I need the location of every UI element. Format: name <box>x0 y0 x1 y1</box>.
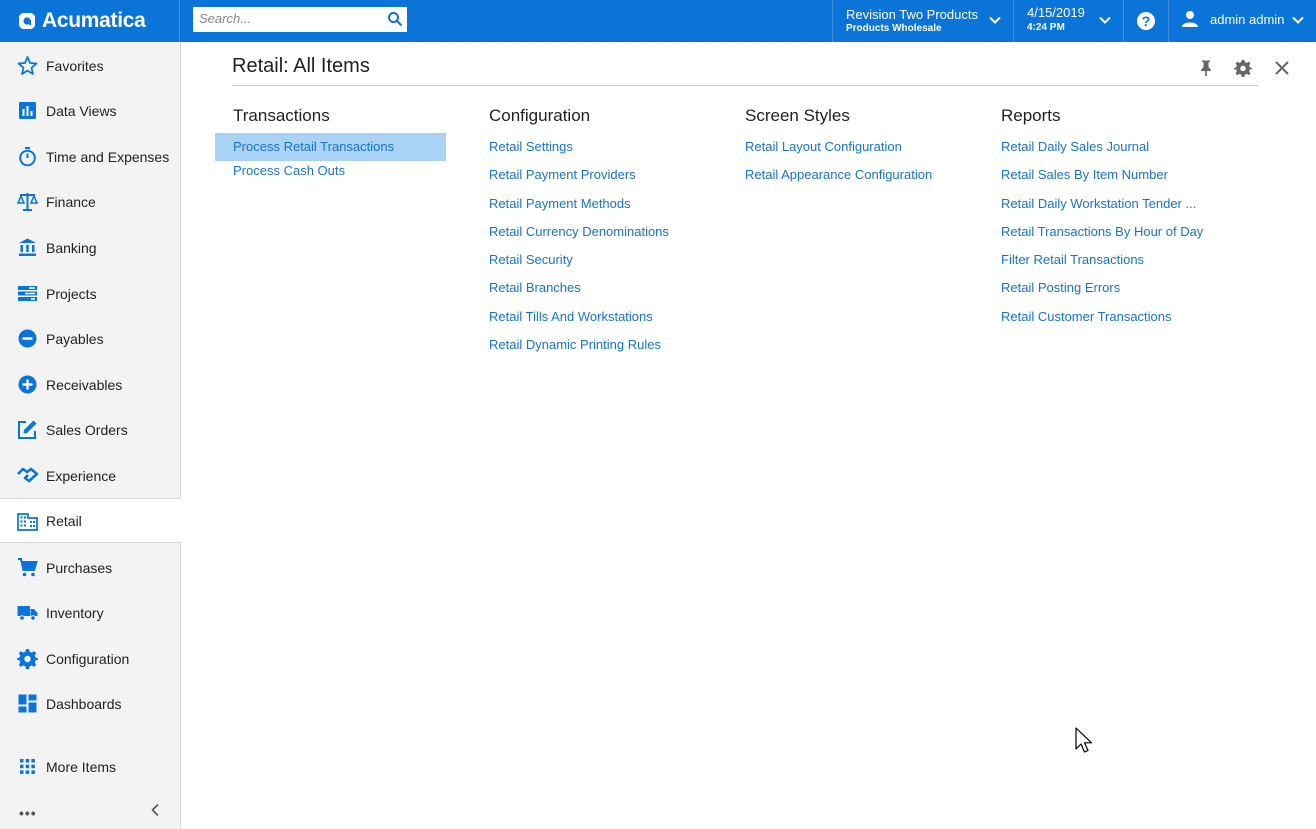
bar-chart-icon <box>19 102 36 119</box>
grid-icon <box>20 759 35 774</box>
top-bar: Acumatica Revision Two Products Products… <box>0 0 1316 42</box>
link-retail-settings[interactable]: Retail Settings <box>489 137 669 165</box>
company-name: Revision Two Products <box>846 7 978 22</box>
search-icon[interactable] <box>387 11 403 27</box>
more-options-button[interactable]: ••• <box>19 805 37 821</box>
link-retail-currency-denominations[interactable]: Retail Currency Denominations <box>489 222 669 250</box>
search-input[interactable] <box>193 7 385 30</box>
sidebar-footer: ••• <box>0 797 180 827</box>
minus-circle-icon <box>18 329 37 348</box>
sidebar-item-finance[interactable]: Finance <box>0 179 180 224</box>
collapse-sidebar-icon[interactable] <box>150 803 160 817</box>
sidebar-item-time-and-expenses[interactable]: Time and Expenses <box>0 134 180 179</box>
brand-name: Acumatica <box>42 9 146 32</box>
link-retail-tills-and-workstations[interactable]: Retail Tills And Workstations <box>489 307 669 335</box>
pin-icon[interactable] <box>1197 59 1215 77</box>
column-screen-styles: Screen Styles Retail Layout Configuratio… <box>745 106 932 194</box>
title-divider <box>232 85 1258 86</box>
column-reports: Reports Retail Daily Sales Journal Retai… <box>1001 106 1203 335</box>
building-icon <box>17 513 38 531</box>
link-retail-customer-transactions[interactable]: Retail Customer Transactions <box>1001 307 1203 335</box>
gear-icon <box>17 649 38 669</box>
star-icon <box>17 56 38 75</box>
user-icon <box>1182 11 1198 27</box>
sidebar-item-favorites[interactable]: Favorites <box>0 43 180 88</box>
sidebar-item-purchases[interactable]: Purchases <box>0 545 180 590</box>
link-retail-security[interactable]: Retail Security <box>489 250 669 278</box>
scales-icon <box>17 193 38 211</box>
link-retail-posting-errors[interactable]: Retail Posting Errors <box>1001 278 1203 306</box>
column-heading: Reports <box>1001 106 1061 125</box>
chevron-down-icon <box>989 16 1001 24</box>
link-retail-daily-sales-journal[interactable]: Retail Daily Sales Journal <box>1001 137 1203 165</box>
sidebar-item-inventory[interactable]: Inventory <box>0 590 180 635</box>
link-retail-payment-methods[interactable]: Retail Payment Methods <box>489 194 669 222</box>
sidebar-item-sales-orders[interactable]: Sales Orders <box>0 407 180 452</box>
sidebar-item-projects[interactable]: Projects <box>0 271 180 316</box>
column-transactions: Transactions Process Retail Transactions… <box>215 106 446 190</box>
sidebar-item-configuration[interactable]: Configuration <box>0 636 180 681</box>
link-retail-transactions-by-hour-of-day[interactable]: Retail Transactions By Hour of Day <box>1001 222 1203 250</box>
user-name: admin admin <box>1210 12 1285 27</box>
sidebar-item-more-items[interactable]: More Items <box>0 744 180 789</box>
column-heading: Screen Styles <box>745 106 850 125</box>
settings-gear-icon[interactable] <box>1234 59 1252 77</box>
truck-icon <box>17 606 38 621</box>
dashboard-icon <box>18 694 37 713</box>
search-box[interactable] <box>193 7 407 32</box>
sidebar-item-data-views[interactable]: Data Views <box>0 88 180 133</box>
company-selector[interactable]: Revision Two Products Products Wholesale <box>832 0 1013 42</box>
link-retail-payment-providers[interactable]: Retail Payment Providers <box>489 165 669 193</box>
close-icon[interactable] <box>1273 59 1291 77</box>
sidebar-item-retail[interactable]: Retail <box>0 498 181 543</box>
link-retail-appearance-configuration[interactable]: Retail Appearance Configuration <box>745 165 932 193</box>
link-retail-branches[interactable]: Retail Branches <box>489 278 669 306</box>
sidebar-item-receivables[interactable]: Receivables <box>0 362 180 407</box>
projects-icon <box>18 286 37 301</box>
edit-icon <box>18 420 37 439</box>
plus-circle-icon <box>18 375 37 394</box>
help-icon: ? <box>1137 12 1155 30</box>
link-process-retail-transactions[interactable]: Process Retail Transactions <box>215 133 446 161</box>
sidebar-item-dashboards[interactable]: Dashboards <box>0 681 180 726</box>
bank-icon <box>19 238 36 256</box>
chevron-down-icon <box>1099 16 1111 24</box>
link-filter-retail-transactions[interactable]: Filter Retail Transactions <box>1001 250 1203 278</box>
mouse-cursor-icon <box>1075 727 1093 753</box>
logo[interactable]: Acumatica <box>0 0 180 42</box>
chevron-down-icon <box>1292 16 1304 24</box>
branch-name: Products Wholesale <box>846 23 942 34</box>
link-retail-daily-workstation-tender[interactable]: Retail Daily Workstation Tender ... <box>1001 194 1203 222</box>
link-retail-dynamic-printing-rules[interactable]: Retail Dynamic Printing Rules <box>489 335 669 363</box>
sidebar-item-banking[interactable]: Banking <box>0 225 180 270</box>
link-retail-layout-configuration[interactable]: Retail Layout Configuration <box>745 137 932 165</box>
sidebar-item-payables[interactable]: Payables <box>0 316 180 361</box>
user-menu[interactable]: admin admin <box>1168 0 1316 42</box>
help-button[interactable]: ? <box>1123 0 1168 42</box>
stopwatch-icon <box>19 147 36 167</box>
cart-icon <box>18 558 38 577</box>
link-retail-sales-by-item-number[interactable]: Retail Sales By Item Number <box>1001 165 1203 193</box>
sidebar-item-experience[interactable]: Experience <box>0 453 180 498</box>
column-heading: Transactions <box>233 106 330 125</box>
page-title: Retail: All Items <box>232 55 370 77</box>
acumatica-logo-icon <box>19 13 35 29</box>
sidebar: Favorites Data Views Time and Expenses F… <box>0 42 181 829</box>
handshake-icon <box>17 467 38 483</box>
date-selector[interactable]: 4/15/2019 4:24 PM <box>1013 0 1123 42</box>
link-process-cash-outs[interactable]: Process Cash Outs <box>233 161 446 189</box>
column-configuration: Configuration Retail Settings Retail Pay… <box>489 106 669 363</box>
column-heading: Configuration <box>489 106 591 125</box>
